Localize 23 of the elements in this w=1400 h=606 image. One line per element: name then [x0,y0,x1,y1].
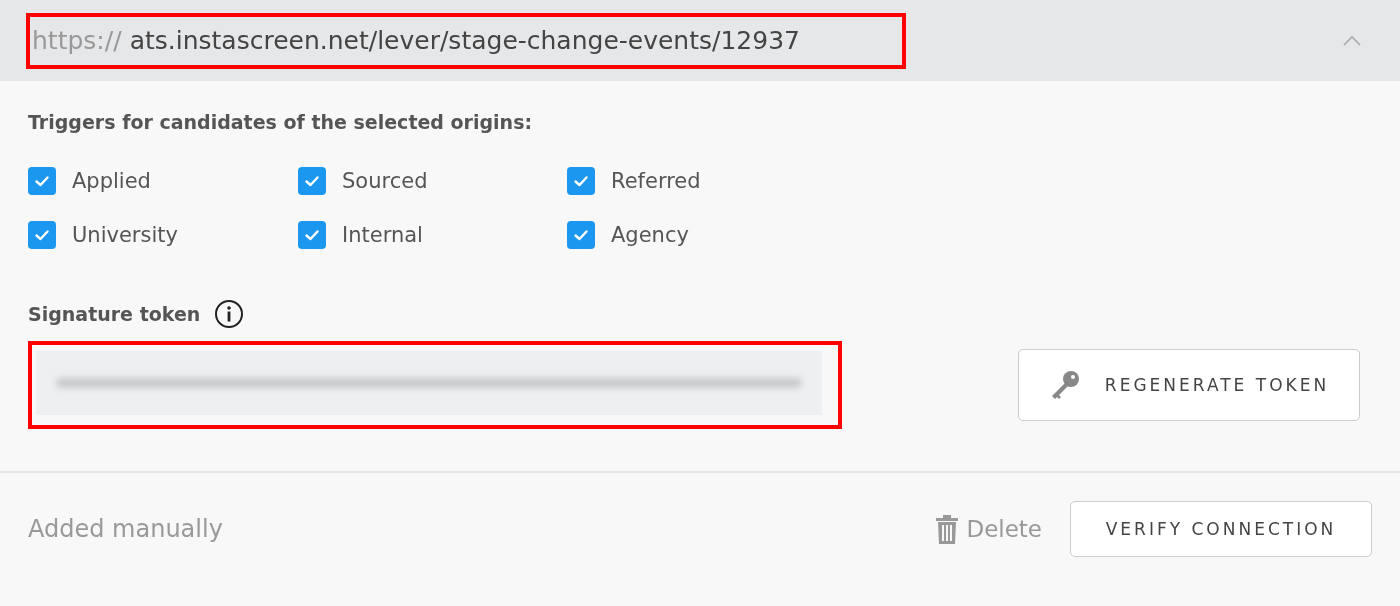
checkbox-label: Referred [611,169,701,193]
source-text: Added manually [28,515,223,543]
trash-icon [936,514,959,544]
checkbox-label: Internal [342,223,423,247]
checkbox[interactable] [298,221,326,249]
regenerate-token-button[interactable]: REGENERATE TOKEN [1018,349,1360,421]
checkbox[interactable] [298,167,326,195]
checkbox[interactable] [28,167,56,195]
url-scheme: https:// [32,26,122,55]
checkbox-label: Sourced [342,169,428,193]
checkbox-label: Agency [611,223,689,247]
checkbox-label: University [72,223,178,247]
chevron-icon[interactable] [1342,34,1362,47]
checkbox-label: Applied [72,169,151,193]
info-icon[interactable] [214,299,245,329]
checkbox[interactable] [28,221,56,249]
checkbox[interactable] [567,167,595,195]
token-field[interactable] [36,351,822,415]
section-heading: Triggers for candidates of the selected origins: [28,111,534,133]
checkbox[interactable] [567,221,595,249]
verify-connection-button[interactable]: VERIFY CONNECTION [1070,501,1372,557]
field-label: Signature token [28,303,201,325]
webhook-url: ats.instascreen.net/lever/stage-change-events/12937 [129,26,800,55]
